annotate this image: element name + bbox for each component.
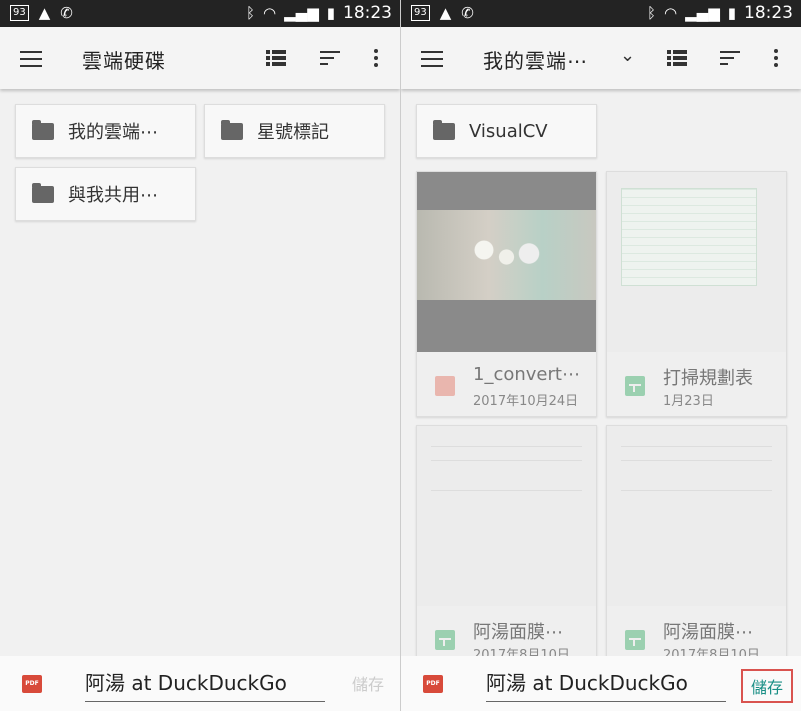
chevron-down-icon[interactable]: ⌄	[620, 45, 635, 66]
clock: 18:23	[343, 3, 392, 23]
file-name: 打掃規劃表	[663, 368, 753, 389]
toolbar: 我的雲端⋯ ⌄	[401, 27, 801, 89]
file-card[interactable]: 阿湯面膜⋯2017年8月10日	[416, 425, 597, 671]
spreadsheet-icon	[625, 630, 645, 650]
folder-starred[interactable]: 星號標記	[204, 104, 385, 158]
save-bar: PDF 阿湯 at DuckDuckGo 儲存	[0, 656, 400, 711]
folder-icon	[433, 119, 455, 140]
toolbar: 雲端硬碟	[0, 27, 400, 89]
folder-name: 我的雲端⋯	[68, 122, 158, 143]
signal-icon: ▂▄▆	[685, 4, 720, 22]
bluetooth-icon: ᛒ	[246, 4, 256, 22]
file-name: 阿湯面膜⋯	[473, 622, 563, 643]
battery-icon: ▮	[326, 4, 335, 22]
folder-name: 與我共用⋯	[68, 185, 158, 206]
battery-saver-badge: 93	[411, 5, 430, 21]
save-button[interactable]: 儲存	[352, 671, 384, 695]
bluetooth-icon: ᛒ	[647, 4, 657, 22]
spreadsheet-thumbnail	[607, 426, 786, 606]
phone-icon: ✆	[60, 4, 73, 22]
sort-icon[interactable]	[720, 51, 740, 65]
folder-name: 星號標記	[257, 122, 329, 143]
save-button[interactable]: 儲存	[740, 669, 793, 703]
file-card[interactable]: 阿湯面膜⋯2017年8月10日	[606, 425, 787, 671]
image-icon: ▲	[439, 4, 452, 22]
folder-icon	[32, 119, 54, 140]
folder-visualcv[interactable]: VisualCV	[416, 104, 597, 158]
left-screen: 93 ▲ ✆ ᛒ ◠ ▂▄▆ ▮ 18:23 雲端硬碟 我的雲端⋯ 星號標記 與我共用⋯ P…	[0, 0, 400, 711]
folder-name: VisualCV	[469, 120, 548, 142]
status-bar: 93 ▲ ✆ ᛒ ◠ ▂▄▆ ▮ 18:23	[0, 0, 400, 27]
folder-my-drive[interactable]: 我的雲端⋯	[15, 104, 196, 158]
image-icon: ▲	[38, 4, 51, 22]
file-name: 1_convert⋯	[473, 364, 580, 385]
pdf-icon: PDF	[22, 675, 42, 693]
spreadsheet-icon	[625, 376, 645, 396]
battery-icon: ▮	[727, 4, 736, 22]
signal-icon: ▂▄▆	[284, 4, 319, 22]
wifi-icon: ◠	[664, 4, 678, 22]
filename-input[interactable]: 阿湯 at DuckDuckGo	[486, 664, 726, 702]
more-options-icon[interactable]	[374, 49, 378, 67]
page-title: 我的雲端⋯	[483, 49, 588, 73]
file-date: 2017年10月24日	[473, 394, 579, 409]
status-bar: 93 ▲ ✆ ᛒ ◠ ▂▄▆ ▮ 18:23	[401, 0, 801, 27]
page-title: 雲端硬碟	[82, 49, 166, 73]
file-date: 1月23日	[663, 394, 714, 409]
spreadsheet-thumbnail	[417, 426, 596, 606]
filename-input[interactable]: 阿湯 at DuckDuckGo	[85, 664, 325, 702]
file-name: 阿湯面膜⋯	[663, 622, 753, 643]
file-card[interactable]: 1_convert⋯ 2017年10月24日	[416, 171, 597, 417]
folder-shared[interactable]: 與我共用⋯	[15, 167, 196, 221]
list-view-icon[interactable]	[266, 50, 286, 66]
video-file-icon	[435, 376, 455, 396]
phone-icon: ✆	[461, 4, 474, 22]
folder-icon	[32, 182, 54, 203]
right-screen: 93 ▲ ✆ ᛒ ◠ ▂▄▆ ▮ 18:23 我的雲端⋯ ⌄ VisualCV 1_conv…	[401, 0, 801, 711]
list-view-icon[interactable]	[667, 50, 687, 66]
menu-icon[interactable]	[421, 51, 443, 67]
more-options-icon[interactable]	[774, 49, 778, 67]
battery-saver-badge: 93	[10, 5, 29, 21]
folder-icon	[221, 119, 243, 140]
video-thumbnail	[417, 172, 596, 352]
pdf-icon: PDF	[423, 675, 443, 693]
spreadsheet-icon	[435, 630, 455, 650]
menu-icon[interactable]	[20, 51, 42, 67]
save-bar: PDF 阿湯 at DuckDuckGo 儲存	[401, 656, 801, 711]
sort-icon[interactable]	[320, 51, 340, 65]
clock: 18:23	[744, 3, 793, 23]
file-card[interactable]: 打掃規劃表 1月23日	[606, 171, 787, 417]
wifi-icon: ◠	[263, 4, 277, 22]
spreadsheet-thumbnail	[607, 172, 786, 352]
